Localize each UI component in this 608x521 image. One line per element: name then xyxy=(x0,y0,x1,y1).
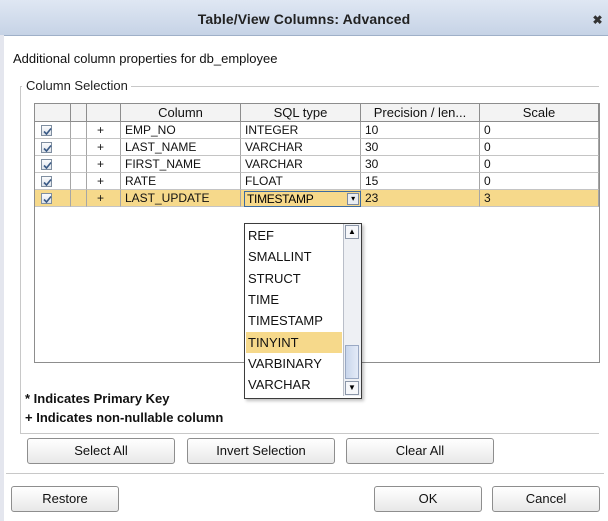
dropdown-option[interactable]: SMALLINT xyxy=(246,246,342,267)
invert-selection-button[interactable]: Invert Selection xyxy=(187,438,335,464)
column-name-cell: LAST_UPDATE xyxy=(121,190,241,207)
column-name-cell: LAST_NAME xyxy=(121,139,241,156)
scale-header[interactable]: Scale xyxy=(480,104,599,122)
include-checkbox[interactable] xyxy=(41,193,52,204)
include-checkbox[interactable] xyxy=(41,142,52,153)
precision-header[interactable]: Precision / len... xyxy=(361,104,480,122)
dropdown-option[interactable]: VARBINARY xyxy=(246,353,342,374)
nullable-flag-cell: + xyxy=(87,122,121,139)
primary-key-cell xyxy=(71,156,87,173)
primary-key-cell xyxy=(71,139,87,156)
sql-type-dropdown-list[interactable]: ▲ ▼ REF SMALLINT STRUCT TIME TIMESTAMP TINYIN… xyxy=(244,223,362,399)
sql-type-current-value: TIMESTAMP xyxy=(247,192,314,206)
divider xyxy=(6,473,604,474)
column-name-cell: RATE xyxy=(121,173,241,190)
precision-cell[interactable]: 30 xyxy=(361,156,480,173)
include-checkbox[interactable] xyxy=(41,176,52,187)
column-name-cell: EMP_NO xyxy=(121,122,241,139)
restore-button[interactable]: Restore xyxy=(11,486,119,512)
primary-key-cell xyxy=(71,122,87,139)
scroll-down-icon[interactable]: ▼ xyxy=(345,381,359,395)
include-checkbox-cell[interactable] xyxy=(35,173,71,190)
primary-key-cell xyxy=(71,190,87,207)
ok-button[interactable]: OK xyxy=(374,486,482,512)
scale-cell[interactable]: 0 xyxy=(480,122,599,139)
flag-col-header[interactable] xyxy=(87,104,121,122)
scroll-up-icon[interactable]: ▲ xyxy=(345,225,359,239)
dropdown-scrollbar[interactable]: ▲ ▼ xyxy=(343,224,361,396)
check-col-header[interactable] xyxy=(35,104,71,122)
precision-cell[interactable]: 10 xyxy=(361,122,480,139)
scroll-thumb[interactable] xyxy=(345,345,359,379)
key-col-header[interactable] xyxy=(71,104,87,122)
nullable-flag-cell: + xyxy=(87,139,121,156)
clear-all-button[interactable]: Clear All xyxy=(346,438,494,464)
scale-cell[interactable]: 0 xyxy=(480,139,599,156)
sql-type-cell[interactable]: VARCHAR xyxy=(241,139,361,156)
column-selection-label: Column Selection xyxy=(22,78,131,93)
include-checkbox-cell[interactable] xyxy=(35,139,71,156)
precision-cell[interactable]: 23 xyxy=(361,190,480,207)
dropdown-option[interactable]: STRUCT xyxy=(246,268,342,289)
primary-key-note: * Indicates Primary Key xyxy=(25,391,170,406)
precision-cell[interactable]: 15 xyxy=(361,173,480,190)
close-icon[interactable]: ✖ xyxy=(591,14,604,27)
scale-cell[interactable]: 0 xyxy=(480,156,599,173)
include-checkbox[interactable] xyxy=(41,159,52,170)
include-checkbox-cell[interactable] xyxy=(35,190,71,207)
include-checkbox-cell[interactable] xyxy=(35,156,71,173)
include-checkbox-cell[interactable] xyxy=(35,122,71,139)
scale-cell[interactable]: 3 xyxy=(480,190,599,207)
nullable-flag-cell: + xyxy=(87,190,121,207)
window-edge xyxy=(0,35,4,521)
non-nullable-note: + Indicates non-nullable column xyxy=(25,410,224,425)
dropdown-option[interactable]: TIMESTAMP xyxy=(246,310,342,331)
include-checkbox[interactable] xyxy=(41,125,52,136)
nullable-flag-cell: + xyxy=(87,156,121,173)
scale-cell[interactable]: 0 xyxy=(480,173,599,190)
window-title: Table/View Columns: Advanced xyxy=(197,11,411,27)
sql-type-cell[interactable]: INTEGER xyxy=(241,122,361,139)
title-bar: Table/View Columns: Advanced ✖ xyxy=(0,0,608,36)
primary-key-cell xyxy=(71,173,87,190)
column-header[interactable]: Column xyxy=(121,104,241,122)
sql-type-combobox[interactable]: TIMESTAMP ▾ xyxy=(244,191,361,207)
sql-type-cell[interactable]: FLOAT xyxy=(241,173,361,190)
sql-type-header[interactable]: SQL type xyxy=(241,104,361,122)
nullable-flag-cell: + xyxy=(87,173,121,190)
precision-cell[interactable]: 30 xyxy=(361,139,480,156)
column-name-cell: FIRST_NAME xyxy=(121,156,241,173)
dropdown-option[interactable]: TINYINT xyxy=(246,331,342,353)
dropdown-option[interactable]: VARCHAR xyxy=(246,374,342,395)
chevron-down-icon[interactable]: ▾ xyxy=(347,193,359,205)
sql-type-cell[interactable]: VARCHAR xyxy=(241,156,361,173)
description-label: Additional column properties for db_empl… xyxy=(13,51,278,66)
dropdown-option[interactable]: TIME xyxy=(246,289,342,310)
dropdown-option[interactable]: REF xyxy=(246,225,342,246)
select-all-button[interactable]: Select All xyxy=(27,438,175,464)
cancel-button[interactable]: Cancel xyxy=(492,486,600,512)
